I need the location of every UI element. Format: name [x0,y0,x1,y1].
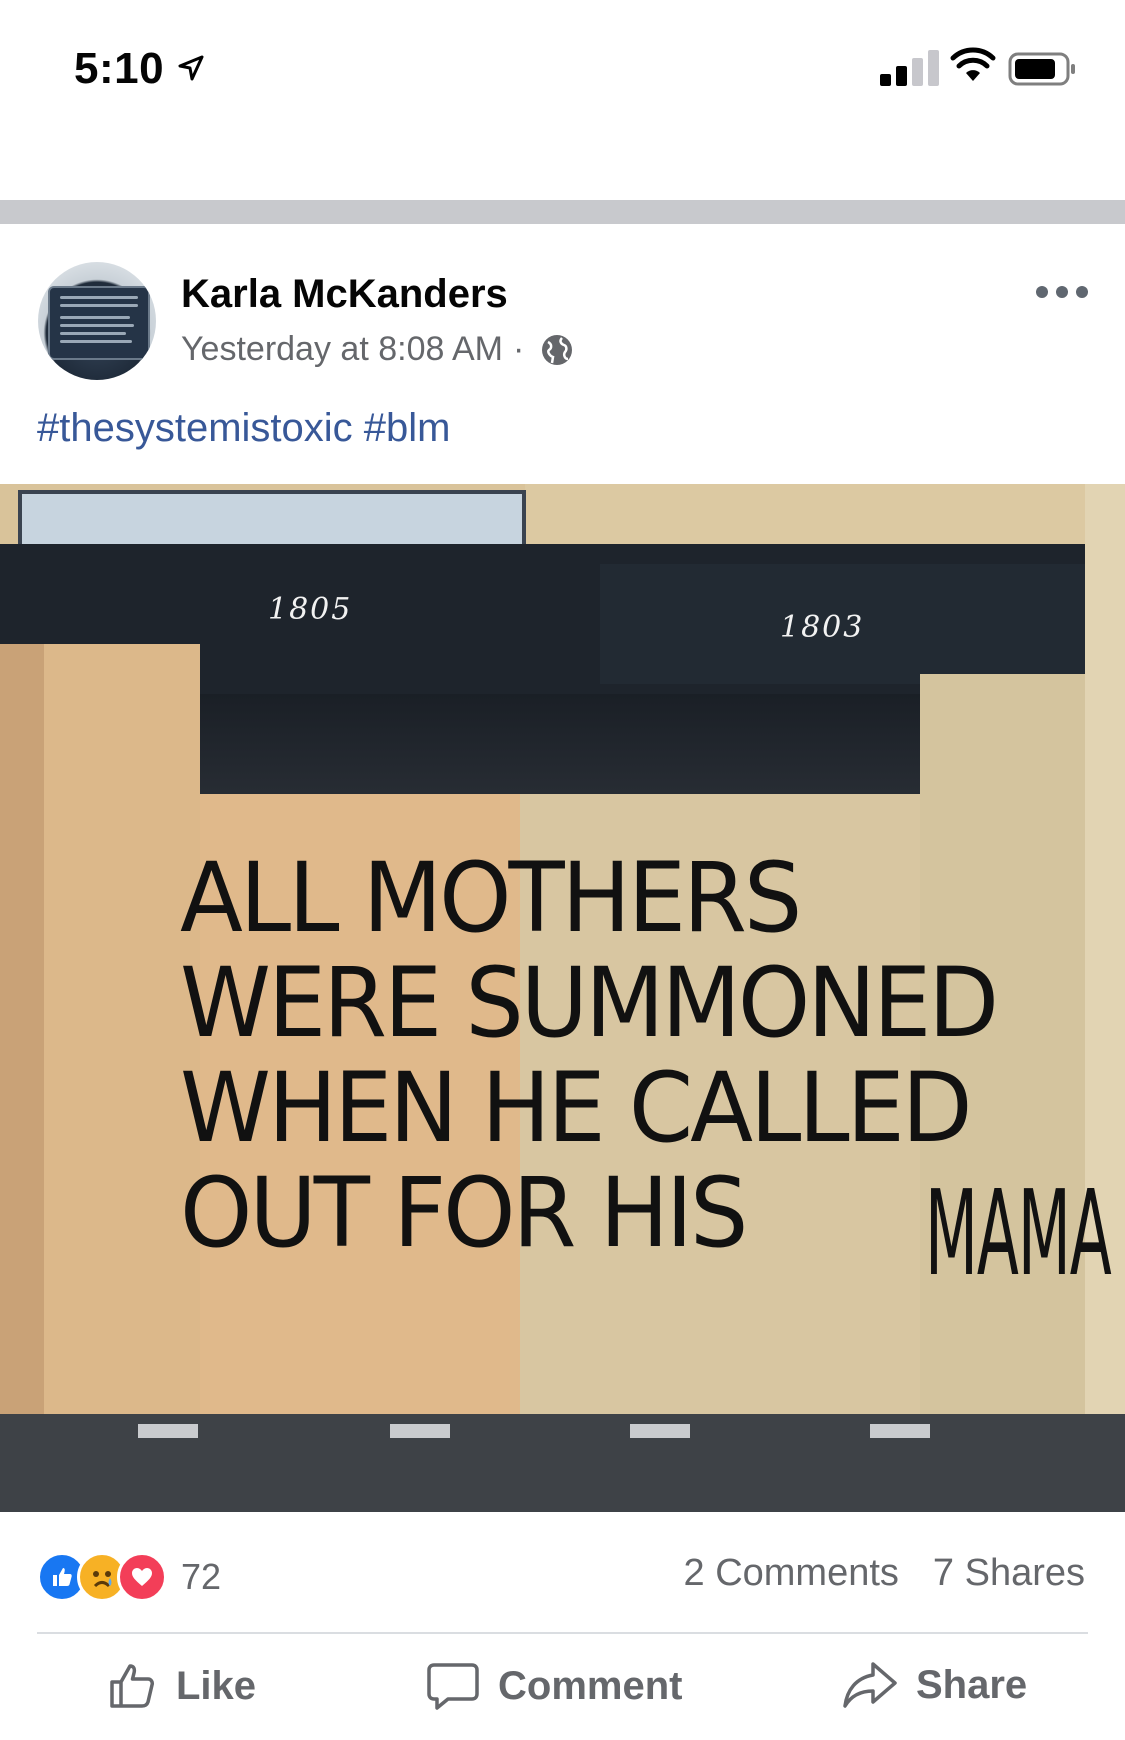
graffiti-line: OUT FOR HIS [180,1156,748,1270]
graffiti-line: WHEN HE CALLED [180,1051,973,1165]
hashtag-link[interactable]: #thesystemistoxic [37,406,353,450]
graffiti-line: ALL MOTHERS [180,841,802,955]
love-reaction-icon [117,1552,167,1602]
engagement-counts: 2 Comments 7 Shares [684,1552,1086,1595]
graffiti-message: ALL MOTHERS WERE SUMMONED WHEN HE CALLED… [180,841,999,1270]
like-button[interactable]: Like [106,1660,256,1712]
author-name[interactable]: Karla McKanders [181,272,508,317]
post-photo[interactable]: 1805 1803 ALL MOTHERS WERE SUMMONED WHEN… [0,484,1125,1512]
share-label: Share [916,1662,1028,1707]
post-timestamp[interactable]: Yesterday at 8:08 AM [181,330,503,369]
reaction-count: 72 [181,1556,222,1597]
comment-button[interactable]: Comment [426,1660,682,1712]
shares-count-link[interactable]: 7 Shares [933,1552,1085,1595]
more-options-button[interactable] [1036,286,1092,310]
post-hashtags: #thesystemistoxic #blm [37,406,451,451]
battery-icon [1008,52,1075,86]
reaction-summary[interactable]: 72 [37,1552,221,1602]
thumbs-up-icon [110,1664,154,1708]
hashtag-link[interactable]: #blm [364,406,451,450]
post-action-bar: Like Comment Share [0,1660,1125,1730]
comment-label: Comment [498,1663,683,1708]
globe-icon [542,334,573,365]
status-time: 5:10 [74,44,165,93]
comments-count-link[interactable]: 2 Comments [684,1552,899,1595]
wifi-icon [950,47,996,81]
address-number: 1805 [268,592,353,627]
meta-separator: · [512,330,525,368]
graffiti-side-word: MAMA [925,1164,1112,1302]
avatar[interactable] [38,262,156,380]
comment-bubble-icon [427,1663,479,1710]
location-arrow-icon [178,55,204,81]
status-bar: 5:10 [0,0,1125,140]
historical-marker-image [48,286,150,360]
feed-separator [0,200,1125,224]
like-label: Like [176,1663,257,1708]
share-button[interactable]: Share [842,1660,1027,1710]
share-arrow-icon [843,1662,897,1708]
more-dot-icon [1056,286,1068,298]
post-meta: Yesterday at 8:08 AM · [181,330,574,369]
divider [37,1632,1088,1634]
graffiti-line: WERE SUMMONED [180,946,999,1060]
more-dot-icon [1076,286,1088,298]
address-number: 1803 [780,610,865,645]
cellular-signal-icon [880,50,940,86]
more-dot-icon [1036,286,1048,298]
